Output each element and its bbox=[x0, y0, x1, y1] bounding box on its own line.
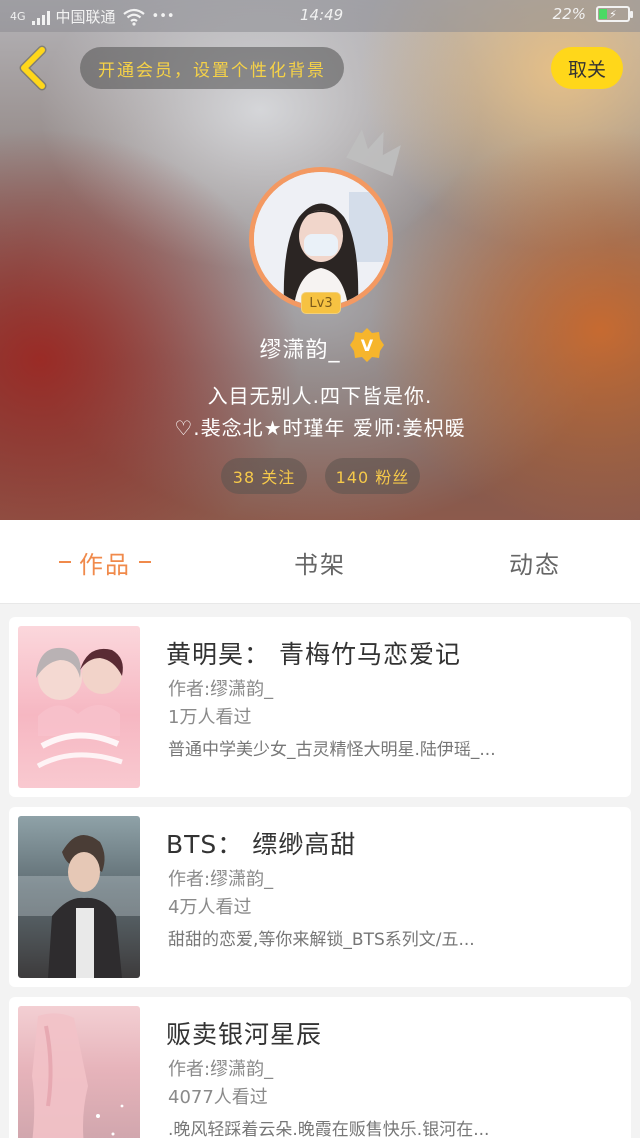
bio-line-2: ♡.裴念北★时瑾年 爱师:姜枳暖 bbox=[174, 416, 466, 440]
vip-background-prompt[interactable]: 开通会员，设置个性化背景 bbox=[80, 47, 344, 89]
book-cover-art-icon bbox=[18, 834, 140, 978]
tab-bookshelf[interactable]: 书架 bbox=[255, 520, 385, 604]
battery-icon: ⚡ bbox=[596, 6, 633, 22]
book-cover[interactable] bbox=[18, 626, 140, 788]
book-view-count: 1万人看过 bbox=[168, 707, 252, 728]
active-tab-dash-right bbox=[139, 561, 151, 563]
book-author: 作者:缪潇韵_ bbox=[168, 679, 274, 700]
book-author: 作者:缪潇韵_ bbox=[168, 1059, 274, 1080]
profile-tabs: 作品 书架 动态 bbox=[0, 520, 640, 604]
battery-percent: 22% bbox=[552, 5, 586, 23]
clock: 14:49 bbox=[300, 6, 344, 24]
book-cover-art-icon bbox=[36, 647, 123, 769]
book-cover[interactable] bbox=[18, 816, 140, 978]
avatar-image bbox=[254, 172, 388, 306]
book-view-count: 4万人看过 bbox=[168, 897, 252, 918]
fans-count-button[interactable]: 140 粉丝 bbox=[325, 458, 420, 494]
list-item[interactable]: BTS： 缥缈高甜 作者:缪潇韵_ 4万人看过 甜甜的恋爱,等你来解锁_BTS系… bbox=[9, 807, 631, 987]
book-description: 普通中学美少女_古灵精怪大明星.陆伊瑶_... bbox=[168, 740, 496, 760]
avatar[interactable] bbox=[249, 167, 393, 311]
verified-v-icon: V bbox=[350, 328, 384, 362]
wifi-icon bbox=[122, 8, 145, 26]
bio-line-1: 入目无别人.四下皆是你. bbox=[207, 384, 433, 408]
unfollow-button[interactable]: 取关 bbox=[551, 47, 623, 89]
book-title: 黄明昊： 青梅竹马恋爱记 bbox=[166, 640, 461, 669]
signal-icon bbox=[31, 9, 50, 25]
tab-activity[interactable]: 动态 bbox=[470, 520, 600, 604]
carrier-name: 中国联通 bbox=[55, 8, 116, 26]
list-item[interactable]: 贩卖银河星辰 作者:缪潇韵_ 4077人看过 .晚风轻踩着云朵.晚霞在贩售快乐.… bbox=[9, 997, 631, 1138]
book-cover-art-icon bbox=[32, 1013, 124, 1138]
book-description: .晚风轻踩着云朵.晚霞在贩售快乐.银河在... bbox=[168, 1120, 490, 1138]
tab-works-label: 作品 bbox=[79, 550, 131, 579]
verified-v-letter: V bbox=[361, 336, 374, 355]
back-arrow-icon[interactable] bbox=[14, 44, 54, 92]
more-dots: ••• bbox=[151, 9, 175, 24]
profile-page: 4G 中国联通 ••• 14:49 22% ⚡ 开通会员，设置个性化背景 取关 bbox=[0, 0, 640, 1138]
avatar-portrait-icon bbox=[254, 172, 388, 306]
book-title: 贩卖银河星辰 bbox=[166, 1020, 323, 1049]
book-title: BTS： 缥缈高甜 bbox=[166, 830, 357, 859]
network-type: 4G bbox=[10, 10, 26, 23]
book-view-count: 4077人看过 bbox=[168, 1087, 268, 1108]
following-count-button[interactable]: 38 关注 bbox=[221, 458, 307, 494]
active-tab-dash-left bbox=[59, 561, 71, 563]
status-bar: 4G 中国联通 ••• 14:49 22% ⚡ bbox=[0, 0, 640, 32]
tab-activity-label: 动态 bbox=[509, 550, 561, 579]
book-cover[interactable] bbox=[18, 1006, 140, 1138]
tab-works[interactable]: 作品 bbox=[40, 520, 170, 604]
book-author: 作者:缪潇韵_ bbox=[168, 869, 274, 890]
level-badge: Lv3 bbox=[301, 292, 341, 314]
list-item[interactable]: 黄明昊： 青梅竹马恋爱记 作者:缪潇韵_ 1万人看过 普通中学美少女_古灵精怪大… bbox=[9, 617, 631, 797]
tab-bookshelf-label: 书架 bbox=[294, 550, 346, 579]
book-description: 甜甜的恋爱,等你来解锁_BTS系列文/五... bbox=[168, 930, 475, 950]
